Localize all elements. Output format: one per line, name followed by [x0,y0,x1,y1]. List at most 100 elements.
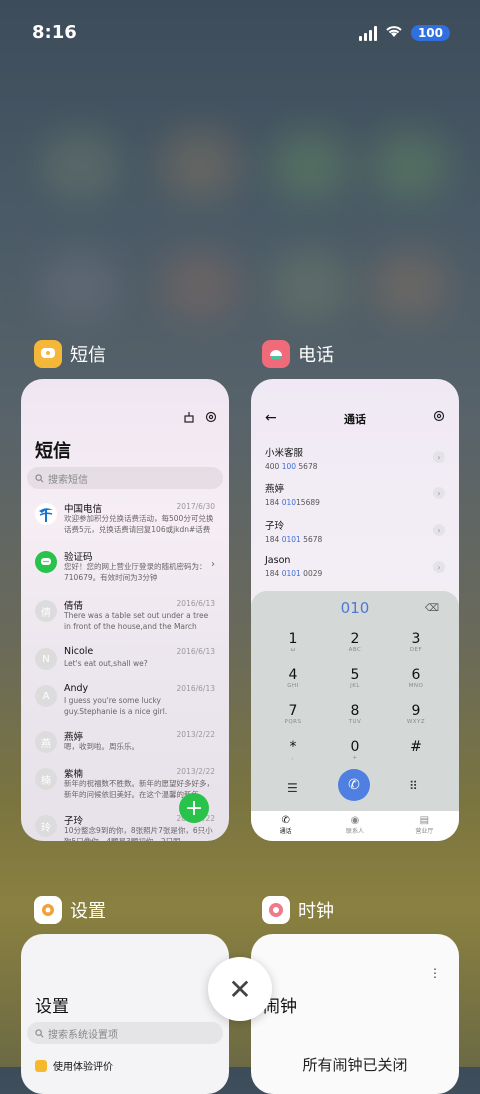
clean-icon[interactable] [183,411,195,426]
wallpaper-blur [40,130,120,200]
list-item[interactable]: 中国电信 2017/6/30 欢迎参加积分兑换话费活动，每500分可兑换话费5元… [21,499,229,541]
sender-name: Nicole [64,646,94,657]
message-preview: 10分整念9到的你，8张照片7张是你，6只小狗5只像你，4颗星3颗初你，2只眼 [64,826,213,841]
person-icon: ◉ [350,815,360,826]
avatar: 燕 [35,731,57,753]
dial-key-3[interactable]: 3 DEF [391,631,441,653]
china-telecom-logo-icon [35,503,57,525]
dial-key-0[interactable]: 0 + [330,739,380,761]
settings-app-icon [34,896,62,924]
chevron-right-icon[interactable]: › [433,524,445,536]
wallpaper-blur [160,130,240,200]
contact-number: 184 0101 0029 [265,569,323,578]
settings-row-label: 使用体验评价 [53,1062,113,1073]
contact-number: 184 01015689 [265,498,320,507]
messages-app-card[interactable]: 短信 搜索短信 中国电信 2017/6/30 欢迎参加积分兑换话费活动，每500… [21,379,229,841]
battery-badge: 100 [410,25,450,41]
dial-key-9[interactable]: 9 WXYZ [391,703,441,725]
contact-row[interactable]: Jason 184 0101 0029 › [265,555,445,587]
tab-service-hall[interactable]: ▤ 营业厅 [390,811,459,841]
new-message-button[interactable]: + [179,793,209,823]
store-icon: ▤ [419,815,430,826]
keypad-grid-icon[interactable]: ⠿ [409,779,418,793]
dial-key-1[interactable]: 1ω [268,631,318,653]
chevron-right-icon[interactable]: › [433,487,445,499]
plus-icon: + [184,795,204,821]
contact-name: 燕婷 [265,484,285,495]
contact-row[interactable]: 子玲 184 0101 5678 › [265,518,445,550]
wallpaper-blur [270,250,350,320]
list-item[interactable]: 倩 倩倩 2016/6/13 There was a table set out… [21,596,229,638]
clock-time: 8:16 [32,22,77,43]
app-label: 时钟 [298,901,334,922]
page-title: 设置 [35,997,69,1017]
more-options-icon[interactable]: ⋮ [429,966,441,980]
wifi-icon [385,24,403,42]
chevron-right-icon[interactable]: › [433,561,445,573]
contact-number: 400 100 5678 [265,462,318,471]
wallpaper-blur [370,130,450,200]
contact-name: 小米客服 [265,448,304,459]
clock-app-card[interactable]: ⋮ 闹钟 所有闹钟已关闭 [251,934,459,1094]
list-item[interactable]: A Andy 2016/6/13 I guess you're some luc… [21,681,229,723]
contact-row[interactable]: 燕婷 184 01015689 › [265,481,445,513]
call-button[interactable]: ✆ [338,769,370,801]
search-icon [35,1028,44,1037]
message-date: 2016/6/13 [176,684,215,693]
menu-icon[interactable]: ☰ [287,781,298,795]
message-date: 2013/2/22 [176,730,215,739]
message-preview: 欢迎参加积分兑换话费活动，每500分可兑换话费5元，兑换话费请回复106或jkd… [64,514,214,534]
list-item[interactable]: N Nicole 2016/6/13 Let's eat out,shall w… [21,644,229,686]
app-header-messages[interactable]: 短信 [34,340,106,368]
chevron-right-icon: › [211,559,215,570]
message-preview: There was a table set out under a tree i… [64,611,209,631]
dial-key-8[interactable]: 8 TUV [330,703,380,725]
dialpad: 010 ⌫ 1ω 2 ABC 3 DEF 4 GHI 5 JKL 6 MNO 7 PQRS … [251,591,459,841]
message-date: 2016/6/13 [176,599,215,608]
feedback-icon [35,1059,47,1072]
list-item[interactable]: 燕 燕婷 2013/2/22 嗯，收到啦。周乐乐。 [21,727,229,769]
clear-all-button[interactable]: ✕ [208,957,272,1021]
chevron-right-icon[interactable]: › [433,451,445,463]
search-placeholder: 搜索系统设置项 [48,1029,118,1041]
contact-name: 子玲 [265,521,285,532]
clock-app-icon [262,896,290,924]
phone-app-card[interactable]: ← 通话 小米客服 400 100 5678 › 燕婷 184 01015689… [251,379,459,841]
tab-contacts[interactable]: ◉ 联系人 [320,811,389,841]
app-header-clock[interactable]: 时钟 [262,896,334,924]
settings-app-card[interactable]: 设置 搜索系统设置项 使用体验评价 [21,934,229,1094]
close-icon: ✕ [228,972,252,1006]
signal-icon [358,25,377,41]
message-preview: I guess you're some lucky guy.Stephanie … [64,696,168,716]
app-header-settings[interactable]: 设置 [34,896,106,924]
avatar: N [35,648,57,670]
contact-row[interactable]: 小米客服 400 100 5678 › [265,445,445,477]
gear-icon[interactable] [205,411,217,426]
sender-name: Andy [64,683,89,694]
page-title: 通话 [344,413,366,426]
search-input[interactable]: 搜索短信 [27,467,223,489]
dial-key-hash[interactable]: # [391,739,441,755]
dial-key-7[interactable]: 7 PQRS [268,703,318,725]
list-item[interactable]: 验证码 您好！您的网上营业厅登录的随机密码为：710679。有效时间为3分钟 › [21,547,229,589]
chat-icon [35,551,57,573]
dial-key-2[interactable]: 2 ABC [330,631,380,653]
gear-icon[interactable] [433,410,445,425]
alarm-status: 所有闹钟已关闭 [302,1056,408,1074]
app-label: 电话 [298,345,334,366]
dial-key-star[interactable]: *, [268,739,318,761]
avatar: 玲 [35,815,57,837]
dial-key-4[interactable]: 4 GHI [268,667,318,689]
backspace-icon[interactable]: ⌫ [425,603,439,614]
dial-key-5[interactable]: 5 JKL [330,667,380,689]
search-input[interactable]: 搜索系统设置项 [27,1022,223,1044]
messages-app-icon [34,340,62,368]
phone-icon: ✆ [348,777,360,793]
tab-calls[interactable]: ✆ 通话 [251,811,320,841]
dial-key-6[interactable]: 6 MNO [391,667,441,689]
wallpaper-blur [370,250,450,320]
settings-row[interactable]: 使用体验评价 [35,1058,113,1073]
wallpaper-blur [160,250,240,320]
wallpaper-blur [270,130,350,200]
app-header-phone[interactable]: 电话 [262,340,334,368]
